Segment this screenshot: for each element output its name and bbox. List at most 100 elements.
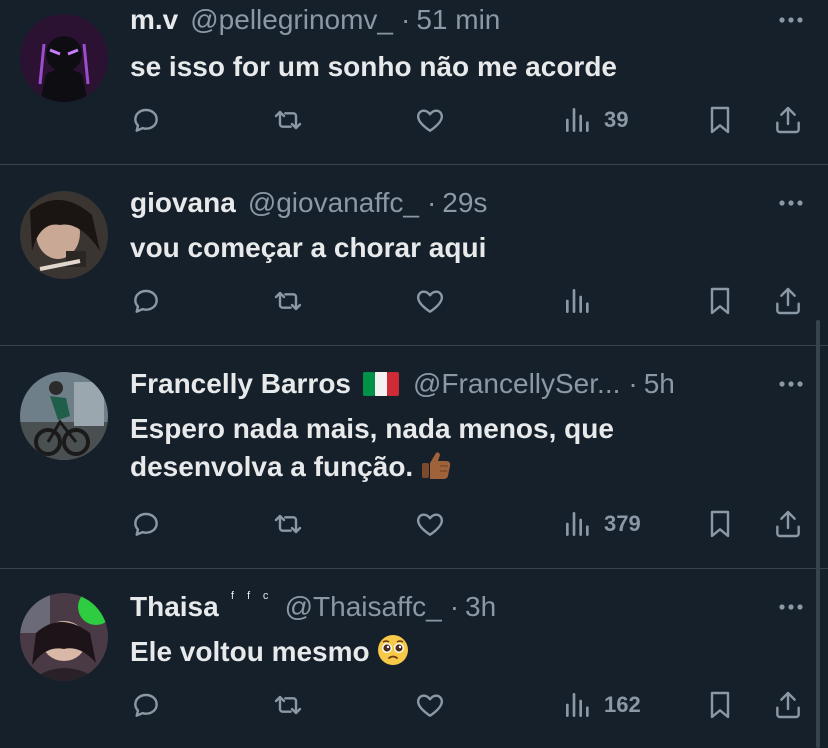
reply-icon [134,512,158,536]
reply-button[interactable] [130,102,162,138]
display-name[interactable]: Thaisa [130,589,219,625]
views-icon [566,512,589,536]
avatar[interactable] [20,372,108,460]
user-handle[interactable]: @FrancellySer... [413,366,620,402]
avatar[interactable] [20,191,108,279]
timestamp[interactable]: 29s [442,185,487,221]
share-icon [776,691,800,719]
tweet-text-span: Ele voltou mesmo [130,636,370,667]
retweet-button[interactable] [272,687,304,723]
separator: · [401,4,411,35]
reply-icon [134,289,158,313]
more-icon[interactable] [776,188,806,218]
more-icon[interactable] [776,5,806,35]
display-name[interactable]: giovana [130,185,236,221]
share-icon [776,510,800,538]
italy-flag-icon [363,372,399,396]
tweet-actions: 162 [130,687,810,723]
view-count: 162 [604,692,641,717]
tweet-header: giovana @giovanaffc_ · 29s [130,185,487,221]
like-button[interactable] [414,283,446,319]
tweet-actions: 39 [130,102,810,138]
bookmark-icon [710,287,730,315]
views-icon [566,108,589,132]
display-name[interactable]: m.v [130,2,178,38]
avatar[interactable] [20,14,108,102]
retweet-icon [274,695,302,715]
separator: · [628,368,638,399]
timestamp[interactable]: 3h [465,589,496,625]
more-icon[interactable] [776,592,806,622]
scrollbar[interactable] [816,320,820,748]
user-handle[interactable]: @Thaisaffc_ [285,589,442,625]
tweet-header: Francelly Barros @FrancellySer... · 5h [130,366,675,402]
retweet-button[interactable] [272,102,304,138]
heart-icon [416,694,444,717]
views-button[interactable]: 379 [562,506,641,542]
like-button[interactable] [414,102,446,138]
tweet-text-line: Espero nada mais, nada menos, que [130,413,614,444]
views-button[interactable]: 162 [562,687,641,723]
display-name[interactable]: Francelly Barros [130,366,351,402]
share-icon [776,287,800,315]
tweet-header: Thaisa ᶠ ᶠ ᶜ @Thaisaffc_ · 3h [130,589,496,625]
reply-button[interactable] [130,283,162,319]
heart-icon [416,109,444,132]
pleading-face-emoji-icon [377,635,408,665]
heart-icon [416,290,444,313]
reply-button[interactable] [130,687,162,723]
user-handle[interactable]: @giovanaffc_ [248,185,419,221]
share-button[interactable] [772,687,804,723]
reply-icon [134,108,158,132]
bookmark-icon [710,106,730,134]
bookmark-icon [710,510,730,538]
bookmark-button[interactable] [704,102,736,138]
heart-icon [416,513,444,536]
bookmark-button[interactable] [704,283,736,319]
tweet-text-span: desenvolva a função. [130,451,414,482]
reply-button[interactable] [130,506,162,542]
view-count: 39 [604,107,629,132]
more-icon[interactable] [776,369,806,399]
tweet-text: Espero nada mais, nada menos, que desenv… [130,410,770,486]
retweet-icon [274,514,302,534]
tweet-text: se isso for um sonho não me acorde [130,51,618,82]
tweet-actions: 379 [130,506,810,542]
view-count: 379 [604,511,641,536]
share-button[interactable] [772,102,804,138]
bookmark-button[interactable] [704,506,736,542]
bookmark-icon [710,691,730,719]
views-icon [566,693,589,717]
views-button[interactable] [562,283,604,319]
name-superscript-badge: ᶠ ᶠ ᶜ [230,590,273,607]
thumbs-up-emoji-icon [422,452,451,479]
timestamp[interactable]: 51 min [416,2,500,38]
share-icon [776,106,800,134]
separator: · [449,591,460,622]
user-handle[interactable]: @pellegrinomv_ [190,2,393,38]
views-button[interactable]: 39 [562,102,628,138]
like-button[interactable] [414,687,446,723]
avatar[interactable] [20,593,108,681]
reply-icon [134,693,158,717]
tweet[interactable]: Thaisa ᶠ ᶠ ᶜ @Thaisaffc_ · 3h Ele voltou… [0,569,828,748]
share-button[interactable] [772,506,804,542]
tweet[interactable]: giovana @giovanaffc_ · 29s vou começar a… [0,165,828,346]
share-button[interactable] [772,283,804,319]
tweet-header: m.v @pellegrinomv_ · 51 min [130,2,500,38]
tweet-actions [130,283,810,319]
tweet-text: vou começar a chorar aqui [130,232,487,263]
timestamp[interactable]: 5h [644,366,675,402]
retweet-icon [274,291,302,311]
tweet[interactable]: Francelly Barros @FrancellySer... · 5h E… [0,346,828,569]
bookmark-button[interactable] [704,687,736,723]
tweet-text-line: desenvolva a função. [130,448,770,486]
tweet[interactable]: m.v @pellegrinomv_ · 51 min se isso for … [0,0,828,165]
tweet-text: Ele voltou mesmo [130,633,770,671]
retweet-icon [274,110,302,130]
retweet-button[interactable] [272,506,304,542]
like-button[interactable] [414,506,446,542]
views-icon [566,289,589,313]
retweet-button[interactable] [272,283,304,319]
separator: · [426,187,437,218]
